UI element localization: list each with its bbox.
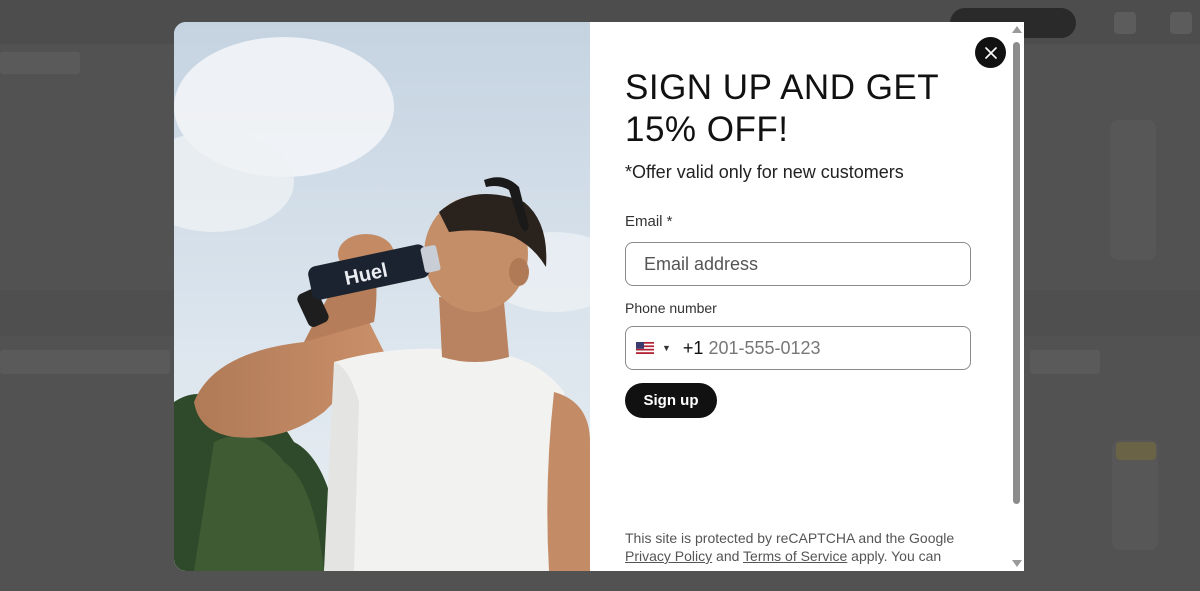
signup-panel: SIGN UP AND GET 15% OFF! *Offer valid on… — [590, 22, 1024, 571]
sign-up-button[interactable]: Sign up — [625, 383, 717, 418]
terms-of-service-link[interactable]: Terms of Service — [743, 548, 847, 564]
scroll-up-arrow-icon[interactable] — [1012, 26, 1022, 33]
phone-label: Phone number — [625, 300, 717, 316]
offer-note: *Offer valid only for new customers — [625, 162, 904, 182]
country-selector[interactable]: ▼ — [636, 342, 671, 354]
dial-code: +1 — [682, 337, 704, 358]
background-text-left — [0, 350, 170, 374]
background-cart-icon — [1170, 12, 1192, 34]
legal-tail: apply. You can — [851, 548, 942, 564]
background-account-icon — [1114, 12, 1136, 34]
modal-title: SIGN UP AND GET 15% OFF! — [625, 68, 939, 149]
recaptcha-notice: This site is protected by reCAPTCHA and … — [625, 529, 975, 565]
email-field-wrapper[interactable] — [625, 242, 971, 286]
phone-field-wrapper[interactable]: ▼ +1 — [625, 326, 971, 370]
close-icon — [984, 46, 997, 59]
signup-modal: Huel SIGN UP AND GET 15% OFF! *Offer val… — [174, 22, 1024, 571]
email-input[interactable] — [644, 253, 944, 275]
privacy-policy-link[interactable]: Privacy Policy — [625, 548, 712, 564]
phone-input[interactable] — [708, 337, 909, 359]
background-text-right — [1030, 350, 1100, 374]
scroll-down-arrow-icon[interactable] — [1012, 560, 1022, 567]
us-flag-icon — [636, 342, 654, 354]
promo-photo: Huel — [174, 22, 590, 571]
background-product-tag — [1116, 442, 1156, 460]
scroll-thumb[interactable] — [1013, 42, 1020, 504]
background-product-image — [1110, 120, 1156, 260]
background-heading — [0, 52, 80, 74]
close-button[interactable] — [975, 37, 1006, 68]
legal-intro: This site is protected by reCAPTCHA and … — [625, 530, 955, 546]
email-label: Email * — [625, 213, 673, 230]
man-drinking-photo: Huel — [174, 22, 590, 571]
legal-and: and — [716, 548, 740, 564]
caret-down-icon: ▼ — [662, 343, 671, 353]
modal-scrollbar[interactable] — [1009, 22, 1024, 571]
